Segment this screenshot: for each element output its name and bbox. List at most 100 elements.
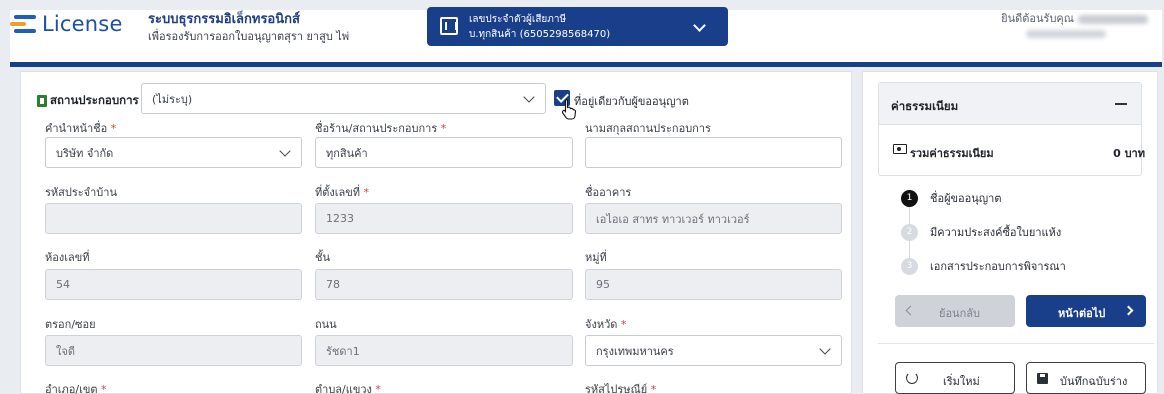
refresh-icon: [906, 372, 918, 384]
room-value: 54: [56, 278, 70, 291]
save-draft-button-label: บันทึกฉบับร่าง: [1060, 375, 1128, 388]
floor-label: ชั้น: [315, 251, 330, 264]
road-value: รัชดา1: [326, 344, 360, 358]
address-no-value: 1233: [326, 212, 354, 225]
fee-total-value: 0 บาท: [1113, 147, 1145, 160]
soi-value: ใจดี: [56, 344, 75, 358]
next-button-label: หน้าต่อไป: [1058, 307, 1106, 320]
road-input[interactable]: รัชดา1: [315, 335, 573, 366]
taxpayer-selector[interactable]: เลขประจำตัวผู้เสียภาษี บ.ทุกสินค้า (6505…: [427, 7, 728, 46]
save-icon: [1037, 373, 1048, 384]
establishment-icon: [37, 95, 47, 107]
building-input[interactable]: เอไอเอ สาทร ทาวเวอร์ ทาวเวอร์: [585, 203, 842, 234]
collapse-icon[interactable]: [1115, 103, 1127, 105]
house-code-label: รหัสประจำบ้าน: [45, 186, 117, 199]
license-logo[interactable]: License: [10, 11, 123, 37]
address-no-label-text: ที่ตั้งเลขที่: [315, 186, 361, 199]
step-label: เอกสารประกอบการพิจารณา: [930, 260, 1066, 273]
building-value: เอไอเอ สาทร ทาวเวอร์ ทาวเวอร์: [596, 212, 750, 226]
chevron-down-icon: [819, 343, 831, 355]
address-no-label: ที่ตั้งเลขที่ *: [315, 183, 369, 201]
subdistrict-label-text: ตำบล/แขวง: [315, 383, 372, 394]
establishment-value: (ไม่ระบุ): [152, 92, 193, 106]
save-draft-button[interactable]: บันทึกฉบับร่าง: [1026, 362, 1146, 394]
district-label-text: อำเภอ/เขต: [45, 383, 98, 394]
same-address-label[interactable]: ที่อยู่เดียวกับผู้ขออนุญาต: [574, 92, 689, 110]
prefix-value: บริษัท จำกัด: [56, 146, 114, 160]
step-number: 2: [901, 223, 918, 241]
prefix-select[interactable]: บริษัท จำกัด: [45, 137, 302, 168]
village-value: 95: [596, 278, 610, 291]
step-number: 1: [901, 189, 918, 207]
logo-text: License: [42, 12, 123, 36]
chevron-right-icon: [1123, 305, 1134, 316]
district-label: อำเภอ/เขต *: [45, 380, 107, 394]
establishment-select[interactable]: (ไม่ระบุ): [141, 83, 546, 114]
step-number: 3: [901, 257, 918, 275]
postcode-label: รหัสไปรษณีย์ *: [585, 380, 656, 394]
user-name-redacted: [1078, 14, 1148, 24]
required-mark: *: [375, 383, 381, 394]
user-email-redacted: [1026, 30, 1106, 38]
prefix-label: คำนำหน้าชื่อ *: [45, 119, 116, 137]
shop-name-value: ทุกสินค้า: [326, 146, 368, 160]
village-label: หมู่ที่: [585, 251, 607, 264]
hand-cursor-icon: [561, 98, 577, 120]
money-icon: [893, 144, 907, 154]
required-mark: *: [101, 383, 107, 394]
step-item: 2 มีความประสงค์ซื้อใบยาแห้ง: [901, 223, 1061, 241]
welcome-label: ยินดีต้อนรับคุณ: [1001, 12, 1074, 25]
step-item: 3 เอกสารประกอบการพิจารณา: [901, 257, 1066, 275]
province-value: กรุงเทพมหานคร: [596, 344, 674, 358]
shop-surname-input[interactable]: [585, 137, 842, 168]
taxpayer-id-label: เลขประจำตัวผู้เสียภาษี: [469, 14, 567, 25]
village-input[interactable]: 95: [585, 269, 842, 300]
divider: [878, 343, 1154, 344]
province-label-text: จังหวัด: [585, 318, 618, 331]
soi-input[interactable]: ใจดี: [45, 335, 302, 366]
building-icon: [440, 17, 458, 35]
province-label: จังหวัด *: [585, 315, 626, 333]
fee-total-label: รวมค่าธรรมเนียม: [910, 147, 994, 160]
fee-title: ค่าธรรมเนียม: [891, 99, 959, 113]
required-mark: *: [620, 318, 627, 331]
room-input[interactable]: 54: [45, 269, 302, 300]
required-mark: *: [363, 186, 370, 199]
required-mark: *: [650, 383, 657, 394]
back-button[interactable]: ย้อนกลับ: [895, 295, 1015, 327]
step-label: มีความประสงค์ซื้อใบยาแห้ง: [930, 226, 1062, 239]
shop-name-label-text: ชื่อร้าน/สถานประกอบการ: [315, 122, 438, 135]
fee-header[interactable]: ค่าธรรมเนียม: [879, 83, 1141, 125]
address-no-input[interactable]: 1233: [315, 203, 573, 234]
side-panel: ค่าธรรมเนียม รวมค่าธรรมเนียม 0 บาท 1 ชื่…: [862, 71, 1158, 394]
house-code-input[interactable]: [45, 203, 302, 234]
soi-label: ตรอก/ซอย: [45, 318, 96, 331]
floor-input[interactable]: 78: [315, 269, 573, 300]
establishment-label: สถานประกอบการ: [37, 92, 139, 110]
reset-button[interactable]: เริ่มใหม่: [895, 362, 1015, 394]
back-button-label: ย้อนกลับ: [939, 307, 980, 320]
step-item: 1 ชื่อผู้ขออนุญาต: [901, 189, 1001, 207]
step-label: ชื่อผู้ขออนุญาต: [930, 192, 1002, 205]
chevron-down-icon: [279, 145, 291, 157]
required-mark: *: [110, 122, 117, 135]
system-title: ระบบธุรกรรมอิเล็กทรอนิกส์: [148, 12, 300, 27]
logo-icon: [10, 11, 36, 37]
floor-value: 78: [326, 278, 340, 291]
prefix-label-text: คำนำหน้าชื่อ: [45, 122, 108, 135]
road-label: ถนน: [315, 318, 337, 331]
next-button[interactable]: หน้าต่อไป: [1026, 295, 1146, 327]
province-select[interactable]: กรุงเทพมหานคร: [585, 335, 842, 366]
reset-button-label: เริ่มใหม่: [943, 375, 980, 388]
chevron-down-icon[interactable]: [693, 19, 706, 32]
shop-surname-label: นามสกุลสถานประกอบการ: [585, 122, 711, 135]
chevron-down-icon: [523, 91, 535, 103]
building-label: ชื่ออาคาร: [585, 186, 632, 199]
shop-name-input[interactable]: ทุกสินค้า: [315, 137, 573, 168]
taxpayer-name: บ.ทุกสินค้า (6505298568470): [469, 29, 611, 40]
chevron-left-icon: [905, 305, 916, 316]
shop-name-label: ชื่อร้าน/สถานประกอบการ *: [315, 119, 446, 137]
welcome-text: ยินดีต้อนรับคุณ: [1001, 9, 1148, 27]
subdistrict-label: ตำบล/แขวง *: [315, 380, 381, 394]
establishment-label-text: สถานประกอบการ: [50, 93, 139, 107]
